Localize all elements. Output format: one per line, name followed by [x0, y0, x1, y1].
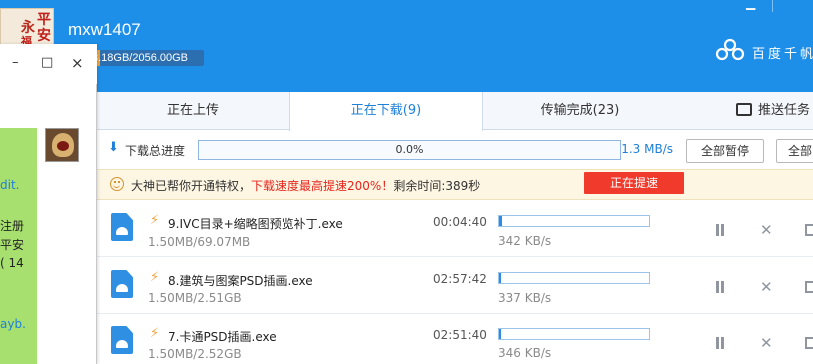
exe-file-icon — [111, 270, 133, 298]
task-progress-fill — [499, 273, 501, 283]
lightning-icon: ⚡ — [150, 270, 160, 285]
app-header: 平 安 永 福 mxw1407 3.18GB/2056.00GB 百度千帆 ▁ — [0, 0, 813, 92]
username[interactable]: mxw1407 — [68, 20, 141, 40]
task-name: 9.IVC目录+缩略图预览补丁.exe — [168, 217, 343, 231]
total-progress-bar: 0.0% — [198, 140, 621, 160]
task-time: 02:51:40 — [433, 328, 487, 342]
download-arrow-icon: ⬇ — [108, 140, 119, 155]
lightning-icon: ⚡ — [150, 326, 160, 341]
chat-line: dit. — [0, 178, 20, 192]
banner-text: 大神已帮你开通特权，下载速度最高提速200%！剩余时间:389秒 — [131, 177, 480, 194]
minimize-button[interactable]: – — [12, 56, 19, 70]
tab-downloading[interactable]: 正在下载(9) — [289, 92, 483, 131]
folder-icon[interactable] — [805, 224, 813, 236]
task-size: 1.50MB/2.52GB — [148, 347, 242, 361]
exe-file-icon — [111, 213, 133, 241]
app-root: 平 安 永 福 mxw1407 3.18GB/2056.00GB 百度千帆 ▁ … — [0, 0, 813, 364]
push-task-button[interactable]: 推送任务 — [736, 92, 810, 130]
start-all-button[interactable]: 全部 — [776, 139, 813, 163]
banner-highlight: 下载速度最高提速200%！ — [251, 179, 394, 193]
pause-icon[interactable] — [715, 224, 725, 236]
chat-titlebar: – □ × — [0, 44, 97, 84]
task-progress-fill — [499, 216, 502, 226]
task-time: 00:04:40 — [433, 215, 487, 229]
close-icon[interactable]: ✕ — [760, 223, 773, 238]
task-speed: 346 KB/s — [498, 346, 552, 360]
task-time: 02:57:42 — [433, 272, 487, 286]
task-size: 1.50MB/2.51GB — [148, 291, 242, 305]
total-speed: 1.3 MB/s — [621, 142, 673, 156]
task-size: 1.50MB/69.07MB — [148, 235, 251, 249]
speedup-button[interactable]: 正在提速 — [584, 172, 684, 194]
header-divider — [772, 0, 773, 12]
close-icon[interactable]: ✕ — [760, 336, 773, 351]
transfer-tabs: 正在上传 正在下载(9) 传输完成(23) 推送任务 — [0, 92, 813, 131]
folder-icon[interactable] — [805, 281, 813, 293]
banner-remaining: 剩余时间:389秒 — [393, 179, 481, 193]
skin-menu-icon[interactable]: ▁ — [746, 0, 760, 9]
avatar-char: 永 — [21, 20, 35, 36]
task-progress-fill — [499, 329, 501, 339]
maximize-button[interactable]: □ — [41, 56, 53, 70]
chat-avatar[interactable] — [45, 128, 79, 162]
total-progress-label: 下载总进度 — [125, 144, 186, 158]
total-progress-percent: 0.0% — [395, 143, 424, 156]
chat-line: 平安 — [0, 238, 25, 252]
push-task-label: 推送任务 — [758, 103, 811, 118]
task-speed: 337 KB/s — [498, 291, 552, 305]
chat-line: 注册 — [0, 219, 25, 233]
task-progress-bar — [498, 215, 650, 227]
brand-text: 百度千帆 — [752, 47, 813, 62]
lightning-icon: ⚡ — [150, 213, 160, 228]
task-name: 8.建筑与图案PSD插画.exe — [168, 274, 313, 288]
chat-window: – □ × dit. 注册 平安 ( 14 ayb. — [0, 44, 97, 364]
close-icon[interactable]: ✕ — [760, 280, 773, 295]
tab-completed[interactable]: 传输完成(23) — [483, 92, 677, 130]
avatar-char: 平 — [37, 12, 51, 28]
chat-line: ayb. — [0, 317, 26, 331]
pause-icon[interactable] — [715, 337, 725, 349]
monitor-icon — [736, 103, 752, 116]
task-name: 7.卡通PSD插画.exe — [168, 330, 277, 344]
storage-bar: 3.18GB/2056.00GB — [90, 50, 204, 66]
folder-icon[interactable] — [805, 337, 813, 349]
storage-text: 3.18GB/2056.00GB — [92, 52, 189, 64]
avatar-char: 安 — [37, 28, 51, 44]
cloud-logo-icon — [715, 38, 745, 61]
chat-line: ( 14 — [0, 256, 24, 270]
smile-icon — [110, 177, 124, 191]
pause-icon[interactable] — [715, 281, 725, 293]
task-progress-bar — [498, 272, 650, 284]
task-progress-bar — [498, 328, 650, 340]
tab-uploading[interactable]: 正在上传 — [97, 92, 289, 130]
pause-all-button[interactable]: 全部暂停 — [686, 139, 764, 163]
banner-prefix: 大神已帮你开通特权， — [131, 179, 252, 193]
exe-file-icon — [111, 326, 133, 354]
close-button[interactable]: × — [71, 56, 84, 71]
task-speed: 342 KB/s — [498, 234, 552, 248]
